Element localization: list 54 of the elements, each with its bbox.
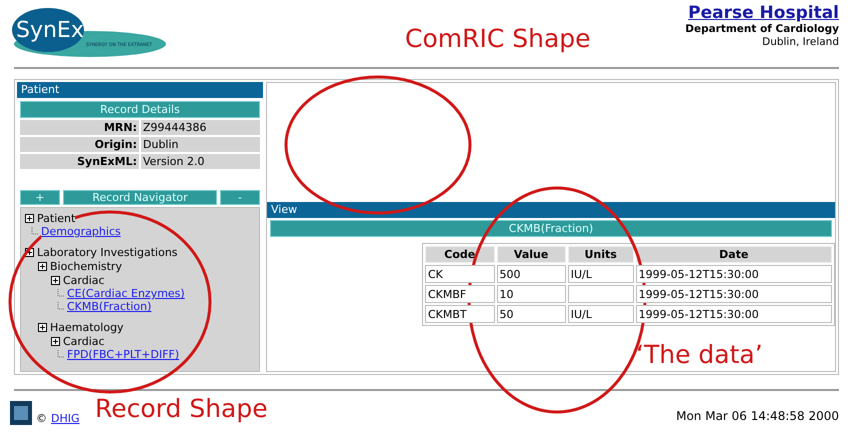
tree-link[interactable]: FPD(FBC+PLT+DIFF) — [67, 348, 180, 361]
tree-folder-label[interactable]: Biochemistry — [50, 260, 122, 272]
field-label: Origin: — [20, 137, 139, 152]
section-title: Record Details — [20, 101, 260, 118]
tree-folder-label[interactable]: Patient — [37, 212, 76, 224]
table-cell: CKMBF — [425, 285, 495, 303]
department-text: Department of Cardiology — [685, 23, 839, 36]
tree-folder-label[interactable]: Laboratory Investigations — [37, 246, 178, 258]
tree-link[interactable]: CKMB(Fraction) — [67, 300, 152, 313]
table-cell: CK — [425, 265, 495, 283]
tree-folder-label[interactable]: Cardiac — [63, 274, 105, 286]
date-time: Mon Mar 06 14:48:58 2000 — [676, 409, 839, 423]
table-cell: 1999-05-12T15:30:00 — [636, 305, 832, 323]
expand-icon[interactable] — [25, 214, 34, 222]
table-cell: 1999-05-12T15:30:00 — [636, 265, 832, 283]
copyright-sign: © — [36, 412, 47, 425]
field-label: MRN: — [20, 120, 139, 135]
section-title: CKMB(Fraction) — [270, 220, 832, 237]
table-cell: 1999-05-12T15:30:00 — [636, 285, 832, 303]
app-icon — [10, 401, 32, 425]
tree-folder-label[interactable]: Cardiac — [63, 334, 105, 348]
tree-connector-icon — [56, 350, 64, 360]
tree-link[interactable]: CE(Cardiac Enzymes) — [67, 287, 185, 300]
table-cell: IU/L — [568, 305, 634, 323]
field-value: Z99444386 — [141, 120, 260, 135]
field-label: SynExML: — [20, 154, 139, 169]
column-header: Date — [636, 246, 832, 263]
expand-icon[interactable] — [38, 322, 47, 332]
table-cell: CKMBT — [425, 305, 495, 323]
tree-connector-icon — [30, 226, 38, 236]
column-header: Value — [496, 246, 566, 263]
expand-icon[interactable] — [51, 336, 60, 346]
table-cell — [568, 285, 634, 303]
column-header: Code — [425, 246, 495, 263]
expand-icon[interactable] — [38, 262, 47, 270]
table-cell: 50 — [496, 305, 566, 323]
panel-title: View — [267, 202, 835, 218]
annotation-label: ComRIC Shape — [405, 24, 591, 53]
annotation-label: Record Shape — [95, 394, 268, 423]
location-text: Dublin, Ireland — [762, 36, 839, 49]
tree-link[interactable]: Demographics — [41, 225, 121, 238]
table-cell: IU/L — [568, 265, 634, 283]
annotation-label: ‘The data’ — [636, 340, 763, 369]
panel-title: Patient — [17, 82, 263, 98]
navigator-title: Record Navigator — [63, 190, 217, 205]
column-header: Units — [568, 246, 634, 263]
field-value: Version 2.0 — [141, 154, 260, 169]
expand-icon[interactable] — [51, 276, 60, 284]
tree-folder-label[interactable]: Haematology — [50, 320, 124, 334]
table-cell: 500 — [496, 265, 566, 283]
table-cell: 10 — [496, 285, 566, 303]
field-value: Dublin — [141, 137, 260, 152]
footer-link[interactable]: DHIG — [51, 412, 80, 425]
hospital-link[interactable]: Pearse Hospital — [688, 4, 839, 23]
